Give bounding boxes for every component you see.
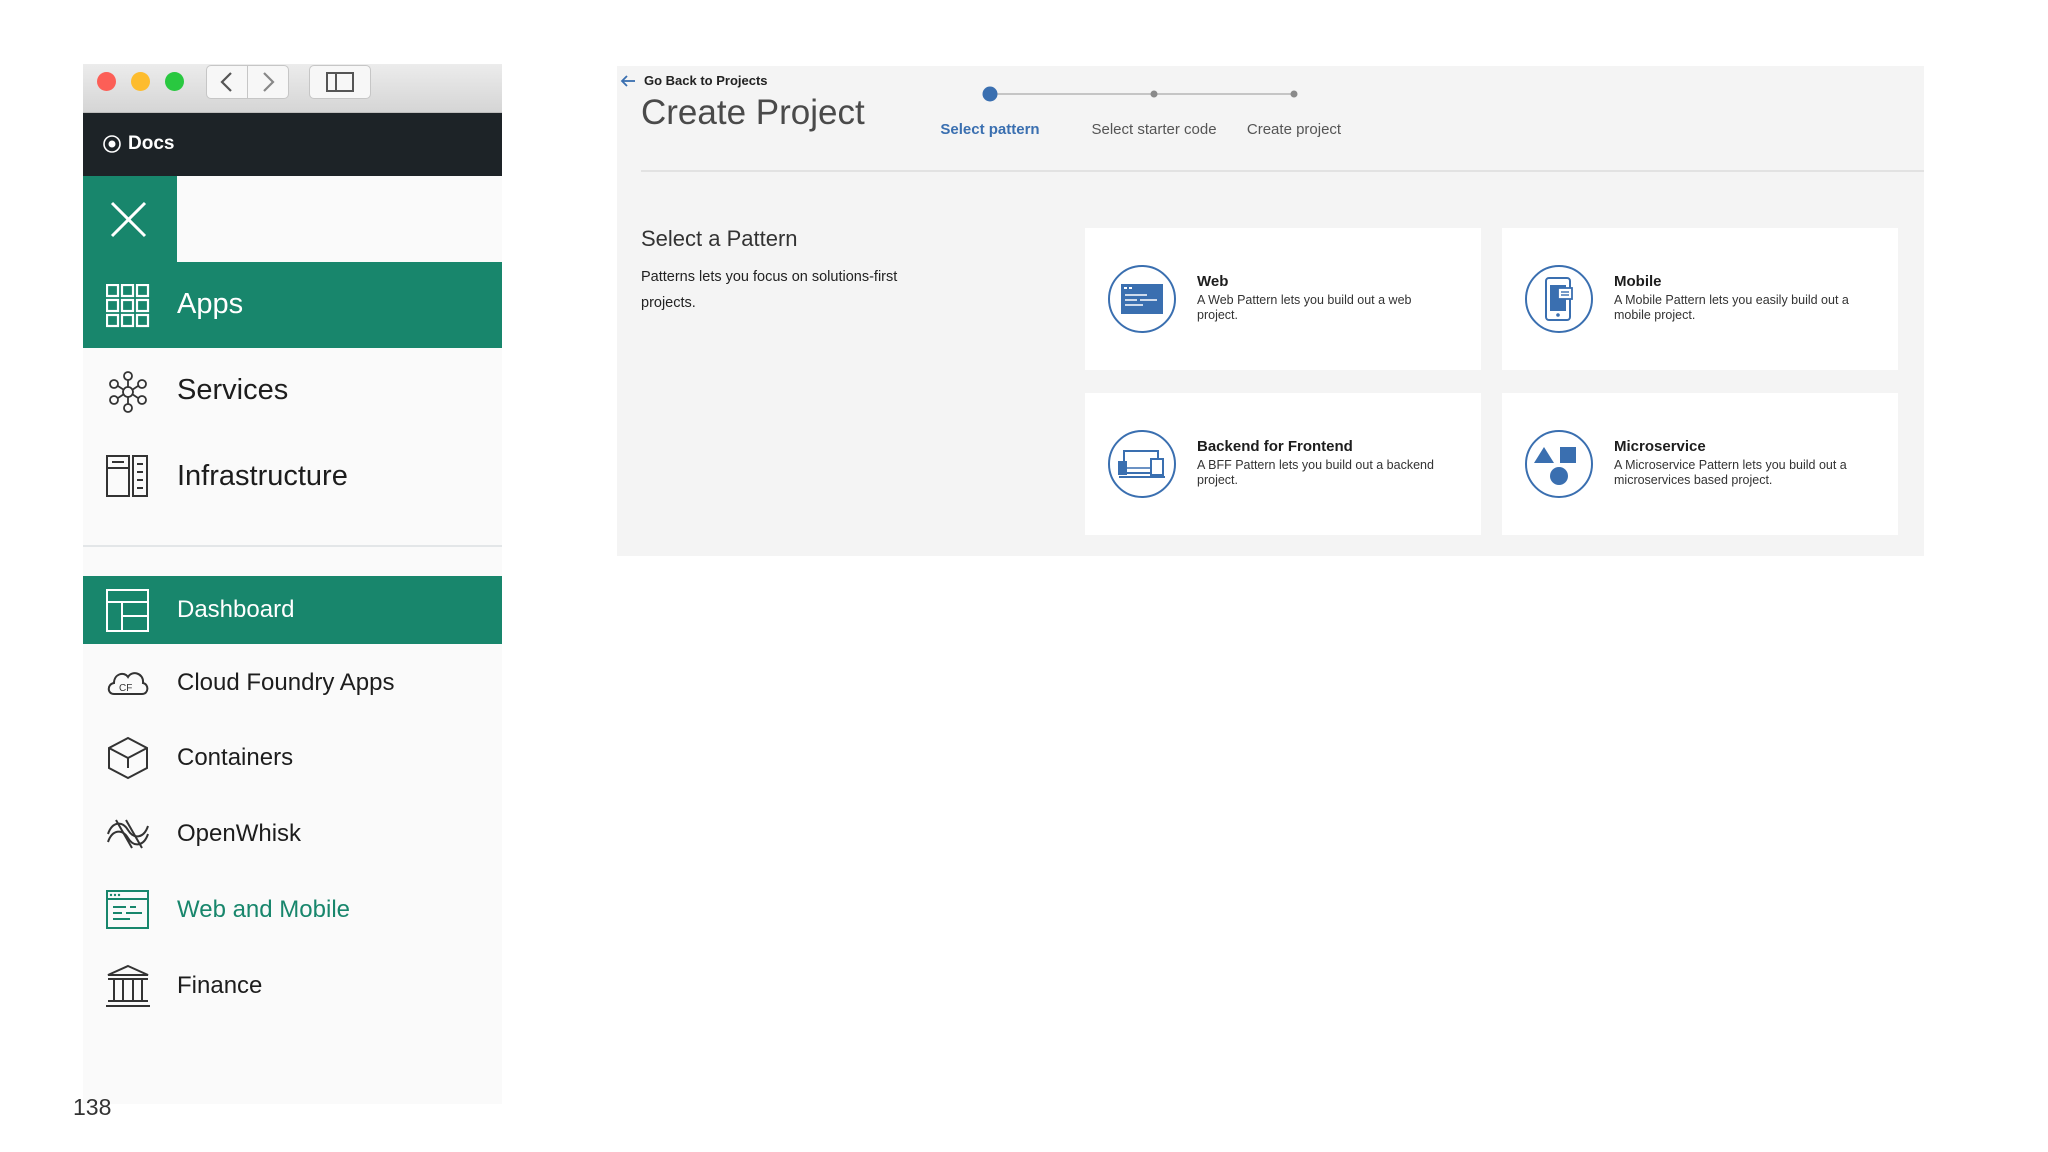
infrastructure-icon xyxy=(106,455,148,497)
sidebar-item-label: Web and Mobile xyxy=(177,896,350,923)
web-and-mobile-icon xyxy=(106,890,149,929)
openwhisk-icon xyxy=(107,819,149,849)
pattern-description: A Microservice Pattern lets you build ou… xyxy=(1614,458,1847,487)
docs-header-bar: Docs xyxy=(83,113,502,176)
sidebar-item-finance[interactable]: Finance xyxy=(83,950,502,1022)
sidebar-item-apps[interactable]: Apps xyxy=(83,262,502,348)
arrow-left-icon xyxy=(620,74,635,87)
step-select-starter-code[interactable]: Select starter code xyxy=(1091,121,1216,138)
page-number: 138 xyxy=(73,1094,112,1120)
microservice-pattern-icon xyxy=(1525,430,1593,498)
sidebar-item-dashboard[interactable]: Dashboard xyxy=(83,576,502,644)
section-description: Patterns lets you focus on solutions-fir… xyxy=(641,269,898,311)
docs-logo-icon xyxy=(103,135,121,153)
sidebar-toggle-icon xyxy=(326,72,354,92)
pattern-description: A Web Pattern lets you build out a web p… xyxy=(1197,293,1412,322)
docs-sidebar-window: Docs Apps Services Infrastructure Dashbo… xyxy=(83,64,502,1104)
web-pattern-icon xyxy=(1108,265,1176,333)
sidebar-item-infrastructure[interactable]: Infrastructure xyxy=(83,434,502,520)
sidebar-item-label: Infrastructure xyxy=(177,460,348,492)
stepper-track xyxy=(982,86,1298,102)
pattern-card-web[interactable]: Web A Web Pattern lets you build out a w… xyxy=(1085,228,1481,370)
sidebar-item-containers[interactable]: Containers xyxy=(83,722,502,794)
sidebar-item-label: OpenWhisk xyxy=(177,820,302,847)
dashboard-icon xyxy=(106,589,149,632)
grid-icon xyxy=(106,284,150,328)
window-titlebar xyxy=(83,64,502,113)
back-to-projects-link[interactable]: Go Back to Projects xyxy=(620,73,768,88)
sidebar-item-cloud-foundry-apps[interactable]: CF Cloud Foundry Apps xyxy=(83,647,502,719)
close-icon xyxy=(110,201,147,238)
sidebar-item-label: Dashboard xyxy=(177,596,295,623)
step-create-project[interactable]: Create project xyxy=(1247,121,1341,138)
back-link-label: Go Back to Projects xyxy=(644,73,768,88)
pattern-description: A Mobile Pattern lets you easily build o… xyxy=(1614,293,1849,322)
create-project-panel: Go Back to Projects Create Project Selec… xyxy=(617,66,1924,556)
forward-button[interactable] xyxy=(247,65,289,99)
pattern-card-mobile[interactable]: Mobile A Mobile Pattern lets you easily … xyxy=(1502,228,1898,370)
backend-pattern-icon xyxy=(1108,430,1176,498)
finance-icon xyxy=(106,964,150,1007)
containers-icon xyxy=(108,736,148,780)
pattern-title: Microservice xyxy=(1614,438,1706,455)
sidebar-divider xyxy=(83,545,502,547)
zoom-window-button[interactable] xyxy=(165,72,184,91)
chevron-right-icon xyxy=(263,72,275,92)
step-select-pattern[interactable]: Select pattern xyxy=(940,121,1039,138)
pattern-title: Web xyxy=(1197,273,1229,290)
close-window-button[interactable] xyxy=(97,72,116,91)
pattern-description: A BFF Pattern lets you build out a backe… xyxy=(1197,458,1434,487)
pattern-card-microservice[interactable]: Microservice A Microservice Pattern lets… xyxy=(1502,393,1898,535)
pattern-title: Backend for Frontend xyxy=(1197,438,1353,455)
page-title: Create Project xyxy=(641,93,865,132)
sidebar-item-web-and-mobile[interactable]: Web and Mobile xyxy=(83,874,502,946)
panel-divider xyxy=(641,170,1924,172)
pattern-card-backend-for-frontend[interactable]: Backend for Frontend A BFF Pattern lets … xyxy=(1085,393,1481,535)
chevron-left-icon xyxy=(220,72,232,92)
sidebar-item-label: Apps xyxy=(177,288,244,320)
sidebar-item-label: Finance xyxy=(177,972,263,999)
sidebar-item-label: Containers xyxy=(177,744,294,771)
svg-text:CF: CF xyxy=(119,683,132,694)
sidebar-item-openwhisk[interactable]: OpenWhisk xyxy=(83,798,502,870)
back-button[interactable] xyxy=(206,65,248,99)
section-title: Select a Pattern xyxy=(641,226,798,251)
minimize-window-button[interactable] xyxy=(131,72,150,91)
cloud-foundry-icon: CF xyxy=(107,672,149,695)
pattern-title: Mobile xyxy=(1614,273,1662,290)
sidebar-item-label: Cloud Foundry Apps xyxy=(177,669,395,696)
sidebar-item-services[interactable]: Services xyxy=(83,348,502,434)
close-menu-button[interactable] xyxy=(83,176,177,262)
sidebar-toggle-button[interactable] xyxy=(309,65,371,99)
sidebar-item-label: Services xyxy=(177,374,289,406)
services-icon xyxy=(109,371,147,413)
mobile-pattern-icon xyxy=(1525,265,1593,333)
progress-stepper: Select pattern Select starter code Creat… xyxy=(940,82,1341,142)
docs-label: Docs xyxy=(128,133,175,154)
